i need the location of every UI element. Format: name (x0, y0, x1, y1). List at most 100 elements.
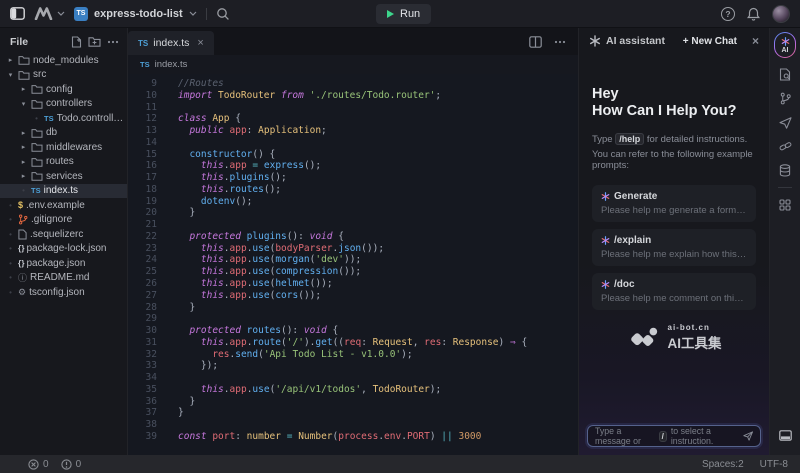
code-line-17[interactable]: 17 this.plugins(); (128, 172, 578, 184)
tab-bar: TS index.ts × (128, 28, 578, 55)
breadcrumb[interactable]: TS index.ts (128, 55, 578, 74)
app-logo-menu[interactable] (34, 7, 65, 20)
code-line-39[interactable]: 39const port: number = Number(process.en… (128, 431, 578, 443)
toggle-panel-button[interactable] (778, 428, 793, 443)
line-number: 18 (128, 184, 157, 196)
code-line-11[interactable]: 11 (128, 102, 578, 114)
code-area[interactable]: 9//Routes10import TodoRouter from './rou… (128, 74, 578, 443)
file-item-.env.example[interactable]: •$.env.example (0, 198, 127, 213)
database-tab[interactable] (778, 163, 793, 178)
chat-input[interactable]: Type a message or / to select a instruct… (587, 425, 761, 447)
code-line-9[interactable]: 9//Routes (128, 78, 578, 90)
code-line-38[interactable]: 38 (128, 419, 578, 431)
code-line-36[interactable]: 36 } (128, 396, 578, 408)
file-item-todo.controller.ts[interactable]: •TSTodo.controller.ts (0, 111, 127, 126)
code-line-12[interactable]: 12class App { (128, 113, 578, 125)
close-tab-icon[interactable]: × (197, 37, 203, 49)
file-item-tsconfig.json[interactable]: •⚙tsconfig.json (0, 285, 127, 300)
file-item-index.ts[interactable]: •TSindex.ts (0, 184, 127, 199)
code-line-23[interactable]: 23 this.app.use(bodyParser.json()); (128, 243, 578, 255)
warnings-indicator[interactable]: 0 (61, 459, 82, 470)
code-line-27[interactable]: 27 this.app.use(cors()); (128, 290, 578, 302)
search-button[interactable] (216, 7, 230, 21)
user-avatar[interactable] (772, 5, 790, 23)
code-line-31[interactable]: 31 this.app.route('/').get((req: Request… (128, 337, 578, 349)
code-line-35[interactable]: 35 this.app.use('/api/v1/todos', TodoRou… (128, 384, 578, 396)
line-number: 12 (128, 113, 157, 125)
paper-plane-icon (779, 117, 792, 129)
split-editor-button[interactable] (529, 36, 542, 48)
code-line-19[interactable]: 19 dotenv(); (128, 196, 578, 208)
prompt-description: Please help me generate a form code. (601, 205, 747, 216)
new-file-button[interactable] (71, 36, 82, 48)
code-line-10[interactable]: 10import TodoRouter from './routes/Todo.… (128, 90, 578, 102)
code-line-15[interactable]: 15 constructor() { (128, 149, 578, 161)
file-item-.sequelizerc[interactable]: •.sequelizerc (0, 227, 127, 242)
new-folder-button[interactable] (88, 36, 101, 47)
plugins-tab[interactable] (778, 139, 793, 154)
file-item-node-modules[interactable]: ▸node_modules (0, 53, 127, 68)
more-actions-button[interactable] (554, 40, 566, 44)
errors-indicator[interactable]: 0 (28, 459, 49, 470)
code-line-29[interactable]: 29 (128, 313, 578, 325)
file-item-package-lock.json[interactable]: •{ }package-lock.json (0, 242, 127, 257)
file-item-.gitignore[interactable]: •.gitignore (0, 213, 127, 228)
close-panel-icon[interactable]: × (752, 34, 759, 48)
ai-assistant-tab[interactable]: AI (774, 32, 796, 58)
help-icon[interactable]: ? (721, 7, 735, 21)
chevron-right-icon: ▸ (19, 85, 28, 93)
docs-tab[interactable] (778, 67, 793, 82)
code-line-24[interactable]: 24 this.app.use(morgan('dev')); (128, 254, 578, 266)
encoding-setting[interactable]: UTF-8 (760, 459, 788, 470)
code-line-18[interactable]: 18 this.routes(); (128, 184, 578, 196)
indentation-setting[interactable]: Spaces:2 (702, 459, 744, 470)
tab-index-ts[interactable]: TS index.ts × (128, 31, 214, 55)
code-line-32[interactable]: 32 res.send('Api Todo List - v1.0.0'); (128, 349, 578, 361)
file-item-package.json[interactable]: •{ }package.json (0, 256, 127, 271)
file-item-routes[interactable]: ▸routes (0, 155, 127, 170)
prompt-card-generate[interactable]: GeneratePlease help me generate a form c… (592, 185, 756, 222)
editor: TS index.ts × TS index.ts 9//Routes10imp… (128, 28, 578, 455)
sidebar-toggle-icon (10, 7, 25, 20)
send-icon[interactable] (743, 430, 753, 442)
code-line-28[interactable]: 28 } (128, 302, 578, 314)
file-item-controllers[interactable]: ▾controllers (0, 97, 127, 112)
sidebar-toggle-button[interactable] (10, 7, 25, 20)
file-label: package.json (26, 258, 85, 269)
bullet: • (6, 288, 15, 297)
code-line-30[interactable]: 30 protected routes(): void { (128, 325, 578, 337)
file-item-services[interactable]: ▸services (0, 169, 127, 184)
file-item-src[interactable]: ▾src (0, 68, 127, 83)
file-label: node_modules (33, 55, 99, 66)
file-item-config[interactable]: ▸config (0, 82, 127, 97)
marscode-ide: TS express-todo-list Run ? File ▸nod (0, 0, 800, 473)
prompt-card-explain[interactable]: /explainPlease help me explain how this … (592, 229, 756, 266)
project-selector[interactable]: TS express-todo-list (74, 7, 197, 21)
code-line-25[interactable]: 25 this.app.use(compression()); (128, 266, 578, 278)
prompt-card-doc[interactable]: /docPlease help me comment on this code. (592, 273, 756, 310)
code-line-13[interactable]: 13 public app: Application; (128, 125, 578, 137)
new-chat-button[interactable]: + New Chat (683, 36, 737, 47)
notifications-bell-icon[interactable] (747, 7, 760, 21)
code-line-16[interactable]: 16 this.app = express(); (128, 160, 578, 172)
code-line-20[interactable]: 20 } (128, 207, 578, 219)
code-line-22[interactable]: 22 protected plugins(): void { (128, 231, 578, 243)
line-number: 9 (128, 78, 157, 90)
source-control-tab[interactable] (778, 91, 793, 106)
code-line-34[interactable]: 34 (128, 372, 578, 384)
deploy-tab[interactable] (778, 115, 793, 130)
watermark-name: AI工具集 (668, 332, 722, 352)
file-item-db[interactable]: ▸db (0, 126, 127, 141)
code-line-14[interactable]: 14 (128, 137, 578, 149)
code-line-33[interactable]: 33 }); (128, 360, 578, 372)
run-button[interactable]: Run (376, 4, 431, 24)
code-line-26[interactable]: 26 this.app.use(helmet()); (128, 278, 578, 290)
ts-badge: TS (74, 7, 88, 21)
file-item-middlewares[interactable]: ▸middlewares (0, 140, 127, 155)
code-line-37[interactable]: 37} (128, 407, 578, 419)
file-item-readme.md[interactable]: •ⓘREADME.md (0, 271, 127, 286)
ts-file-icon: TS (140, 60, 150, 69)
apps-tab[interactable] (778, 197, 793, 212)
more-options-button[interactable] (107, 40, 119, 44)
code-line-21[interactable]: 21 (128, 219, 578, 231)
